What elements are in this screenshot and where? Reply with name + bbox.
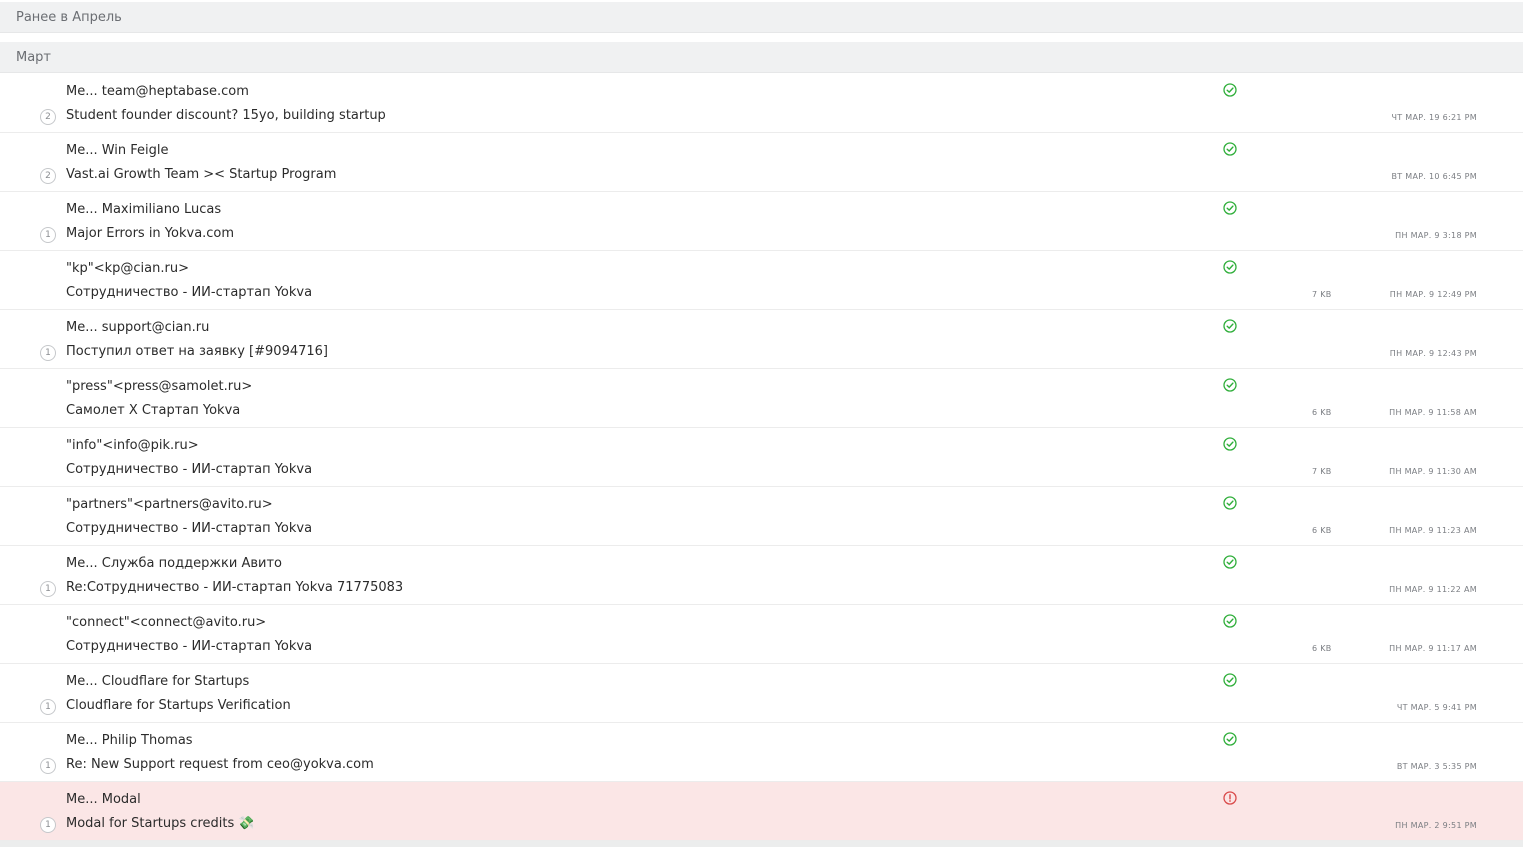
message-size: 6 KB xyxy=(1312,408,1332,417)
check-circle-icon xyxy=(1223,318,1237,333)
check-circle-icon xyxy=(1223,613,1237,628)
group-header-earlier[interactable]: Ранее в Апрель xyxy=(0,2,1523,33)
message-size: 7 KB xyxy=(1312,467,1332,476)
message-date: ПН МАР. 9 12:43 PM xyxy=(1389,349,1477,358)
message-sender: Me... team@heptabase.com xyxy=(66,84,249,99)
thread-count-badge: 2 xyxy=(40,168,56,184)
message-sender: Me... Cloudflare for Startups xyxy=(66,674,250,689)
alert-circle-icon xyxy=(1223,790,1237,805)
message-subject: Vast.ai Growth Team >< Startup Program xyxy=(66,167,337,182)
message-row[interactable]: 2 Me... team@heptabase.com Student founder… xyxy=(0,74,1523,133)
message-subject: Major Errors in Yokva.com xyxy=(66,226,235,241)
message-row[interactable]: "connect"<connect@avito.ru> Сотрудничеств… xyxy=(0,605,1523,664)
message-date: ПН МАР. 9 12:49 PM xyxy=(1389,290,1477,299)
message-row[interactable]: 1 Me... Служба поддержки Авито Re:Сотрудни… xyxy=(0,546,1523,605)
list-bottom-edge xyxy=(0,841,1523,847)
message-row[interactable]: "partners"<partners@avito.ru> Сотрудничес… xyxy=(0,487,1523,546)
check-circle-icon xyxy=(1223,141,1237,156)
message-subject: Сотрудничество - ИИ-стартап Yokva xyxy=(66,462,313,477)
message-sender: Me... support@cian.ru xyxy=(66,320,210,335)
message-date: ПН МАР. 9 11:17 AM xyxy=(1389,644,1477,653)
message-size: 7 KB xyxy=(1312,290,1332,299)
message-size: 6 KB xyxy=(1312,644,1332,653)
thread-count-badge: 2 xyxy=(40,109,56,125)
check-circle-icon xyxy=(1223,200,1237,215)
check-circle-icon xyxy=(1223,436,1237,451)
message-subject: Сотрудничество - ИИ-стартап Yokva xyxy=(66,521,313,536)
group-header-label: Ранее в Апрель xyxy=(16,10,122,25)
thread-count-badge: 1 xyxy=(40,758,56,774)
thread-count-badge: 1 xyxy=(40,581,56,597)
message-sender: Me... Maximiliano Lucas xyxy=(66,202,222,217)
message-date: ЧТ МАР. 5 9:41 PM xyxy=(1396,703,1477,712)
message-size: 6 KB xyxy=(1312,526,1332,535)
thread-count-badge: 1 xyxy=(40,345,56,361)
message-row[interactable]: 1 Me... Cloudflare for Startups Cloudflare… xyxy=(0,664,1523,723)
message-date: ПН МАР. 9 3:18 PM xyxy=(1395,231,1477,240)
message-sender: "press"<press@samolet.ru> xyxy=(66,379,253,394)
message-row[interactable]: 1 Me... Maximiliano Lucas Major Errors in … xyxy=(0,192,1523,251)
message-subject: Сотрудничество - ИИ-стартап Yokva xyxy=(66,285,313,300)
message-row[interactable]: "kp"<kp@cian.ru> Сотрудничество - ИИ-стар… xyxy=(0,251,1523,310)
check-circle-icon xyxy=(1223,495,1237,510)
message-sender: "info"<info@pik.ru> xyxy=(66,438,199,453)
message-row[interactable]: "info"<info@pik.ru> Сотрудничество - ИИ-с… xyxy=(0,428,1523,487)
message-date: ВТ МАР. 10 6:45 PM xyxy=(1391,172,1477,181)
message-date: ПН МАР. 9 11:30 AM xyxy=(1389,467,1477,476)
message-sender: Me... Служба поддержки Авито xyxy=(66,556,283,571)
message-row[interactable]: 1 Me... Philip Thomas Re: New Support requ… xyxy=(0,723,1523,782)
message-subject: Сотрудничество - ИИ-стартап Yokva xyxy=(66,639,313,654)
message-date: ВТ МАР. 3 5:35 PM xyxy=(1396,762,1477,771)
group-header-march[interactable]: Март xyxy=(0,42,1523,73)
message-date: ЧТ МАР. 19 6:21 PM xyxy=(1391,113,1477,122)
message-row[interactable]: 2 Me... Win Feigle Vast.ai Growth Team >< … xyxy=(0,133,1523,192)
message-subject: Cloudflare for Startups Verification xyxy=(66,698,291,713)
group-header-label: Март xyxy=(16,50,52,65)
group-gap xyxy=(0,33,1523,42)
check-circle-icon xyxy=(1223,82,1237,97)
message-sender: Me... Modal xyxy=(66,792,141,807)
message-date: ПН МАР. 2 9:51 PM xyxy=(1395,821,1477,830)
message-sender: "partners"<partners@avito.ru> xyxy=(66,497,273,512)
message-sender: "connect"<connect@avito.ru> xyxy=(66,615,267,630)
check-circle-icon xyxy=(1223,672,1237,687)
message-date: ПН МАР. 9 11:23 AM xyxy=(1389,526,1477,535)
check-circle-icon xyxy=(1223,377,1237,392)
thread-count-badge: 1 xyxy=(40,227,56,243)
message-subject: Самолет X Стартап Yokva xyxy=(66,403,241,418)
check-circle-icon xyxy=(1223,731,1237,746)
thread-count-badge: 1 xyxy=(40,699,56,715)
message-sender: Me... Win Feigle xyxy=(66,143,169,158)
message-subject: Modal for Startups credits 💸 xyxy=(66,816,255,831)
check-circle-icon xyxy=(1223,554,1237,569)
message-row[interactable]: 1 Me... Modal Modal for Startups credits 💸… xyxy=(0,782,1523,841)
message-date: ПН МАР. 9 11:58 AM xyxy=(1389,408,1477,417)
message-subject: Поступил ответ на заявку [#9094716] xyxy=(66,344,328,359)
message-date: ПН МАР. 9 11:22 AM xyxy=(1389,585,1477,594)
message-subject: Re:Сотрудничество - ИИ-стартап Yokva 717… xyxy=(66,580,404,595)
thread-count-badge: 1 xyxy=(40,817,56,833)
message-list: 2 Me... team@heptabase.com Student founder… xyxy=(0,74,1523,841)
message-row[interactable]: 1 Me... support@cian.ru Поступил ответ на … xyxy=(0,310,1523,369)
message-sender: Me... Philip Thomas xyxy=(66,733,193,748)
message-subject: Student founder discount? 15yo, building… xyxy=(66,108,386,123)
check-circle-icon xyxy=(1223,259,1237,274)
message-subject: Re: New Support request from ceo@yokva.c… xyxy=(66,757,374,772)
message-sender: "kp"<kp@cian.ru> xyxy=(66,261,189,276)
message-row[interactable]: "press"<press@samolet.ru> Самолет X Старт… xyxy=(0,369,1523,428)
